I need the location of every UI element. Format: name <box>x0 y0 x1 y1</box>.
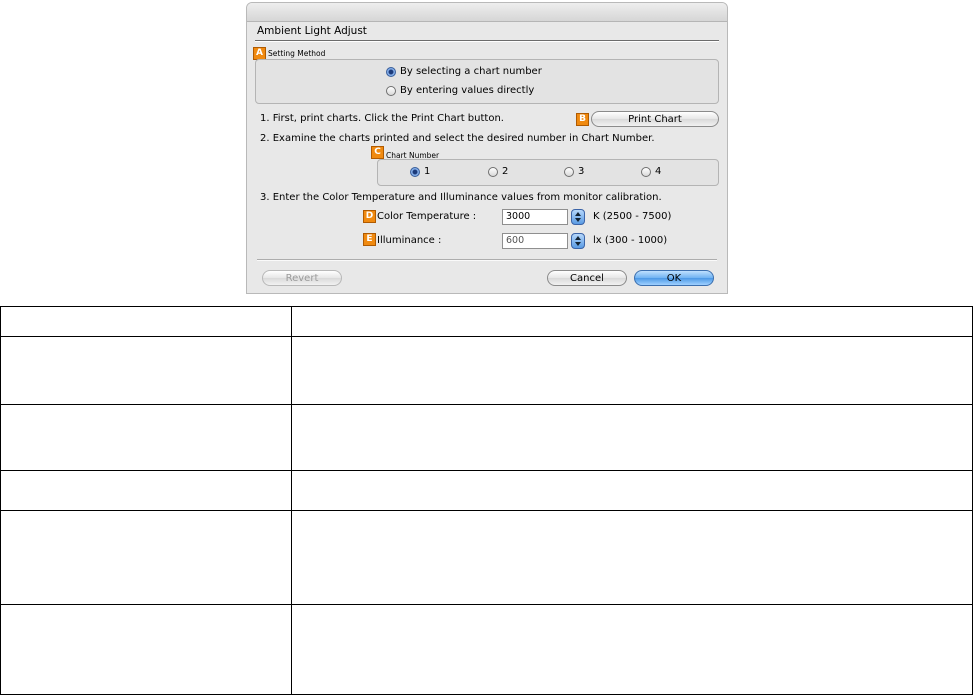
description-table <box>0 306 973 695</box>
table-row <box>0 604 973 695</box>
print-chart-button[interactable]: Print Chart <box>591 111 719 127</box>
radio-label: 1 <box>424 166 431 177</box>
callout-badge-d: D <box>363 210 376 223</box>
illuminance-label: Illuminance : <box>377 235 442 246</box>
color-temperature-label: Color Temperature : <box>377 211 477 222</box>
dialog-title: Ambient Light Adjust <box>257 25 367 37</box>
table-cell <box>0 336 292 405</box>
radio-label: By entering values directly <box>400 85 535 96</box>
table-row <box>0 306 973 337</box>
ambient-light-adjust-dialog: Ambient Light Adjust A Setting Method By… <box>246 2 728 294</box>
radio-button-icon <box>641 166 651 177</box>
radio-label: 2 <box>502 166 509 177</box>
table-cell <box>0 470 292 511</box>
ok-button[interactable]: OK <box>634 270 714 286</box>
table-cell <box>291 336 973 405</box>
radio-chart-2[interactable]: 2 <box>488 166 508 177</box>
table-cell <box>291 404 973 471</box>
radio-button-icon <box>386 85 396 96</box>
table-cell <box>291 510 973 605</box>
table-cell <box>0 604 292 695</box>
radio-by-entering-values[interactable]: By entering values directly <box>386 85 534 96</box>
radio-by-chart-number[interactable]: By selecting a chart number <box>386 66 542 77</box>
table-row <box>0 404 973 471</box>
table-cell <box>0 404 292 471</box>
revert-button[interactable]: Revert <box>262 270 342 286</box>
button-separator <box>257 259 717 261</box>
illuminance-field[interactable]: 600 <box>502 233 568 249</box>
color-temperature-field[interactable]: 3000 <box>502 209 568 225</box>
table-row <box>0 336 973 405</box>
radio-label: By selecting a chart number <box>400 66 542 77</box>
radio-label: 4 <box>655 166 662 177</box>
illuminance-stepper[interactable] <box>571 233 585 249</box>
table-cell <box>291 470 973 511</box>
table-row <box>0 510 973 605</box>
radio-button-icon <box>564 166 574 177</box>
radio-chart-4[interactable]: 4 <box>641 166 661 177</box>
table-row <box>0 470 973 511</box>
color-temperature-stepper[interactable] <box>571 209 585 225</box>
cancel-button[interactable]: Cancel <box>547 270 627 286</box>
radio-button-icon <box>386 66 396 77</box>
radio-button-icon <box>410 166 420 177</box>
illuminance-range: lx (300 - 1000) <box>593 235 668 246</box>
window-titlebar[interactable] <box>247 3 727 22</box>
radio-chart-1[interactable]: 1 <box>410 166 430 177</box>
step-1-text: 1. First, print charts. Click the Print … <box>260 113 504 124</box>
radio-label: 3 <box>578 166 585 177</box>
callout-badge-b: B <box>576 113 589 126</box>
callout-badge-c: C <box>371 146 384 159</box>
radio-chart-3[interactable]: 3 <box>564 166 584 177</box>
radio-button-icon <box>488 166 498 177</box>
title-divider <box>255 40 719 42</box>
color-temperature-range: K (2500 - 7500) <box>593 211 672 222</box>
setting-method-label: Setting Method <box>268 49 326 58</box>
step-2-text: 2. Examine the charts printed and select… <box>260 133 655 144</box>
table-cell <box>291 306 973 337</box>
callout-badge-e: E <box>363 233 376 246</box>
step-3-text: 3. Enter the Color Temperature and Illum… <box>260 192 662 203</box>
table-cell <box>291 604 973 695</box>
table-cell <box>0 306 292 337</box>
table-cell <box>0 510 292 605</box>
